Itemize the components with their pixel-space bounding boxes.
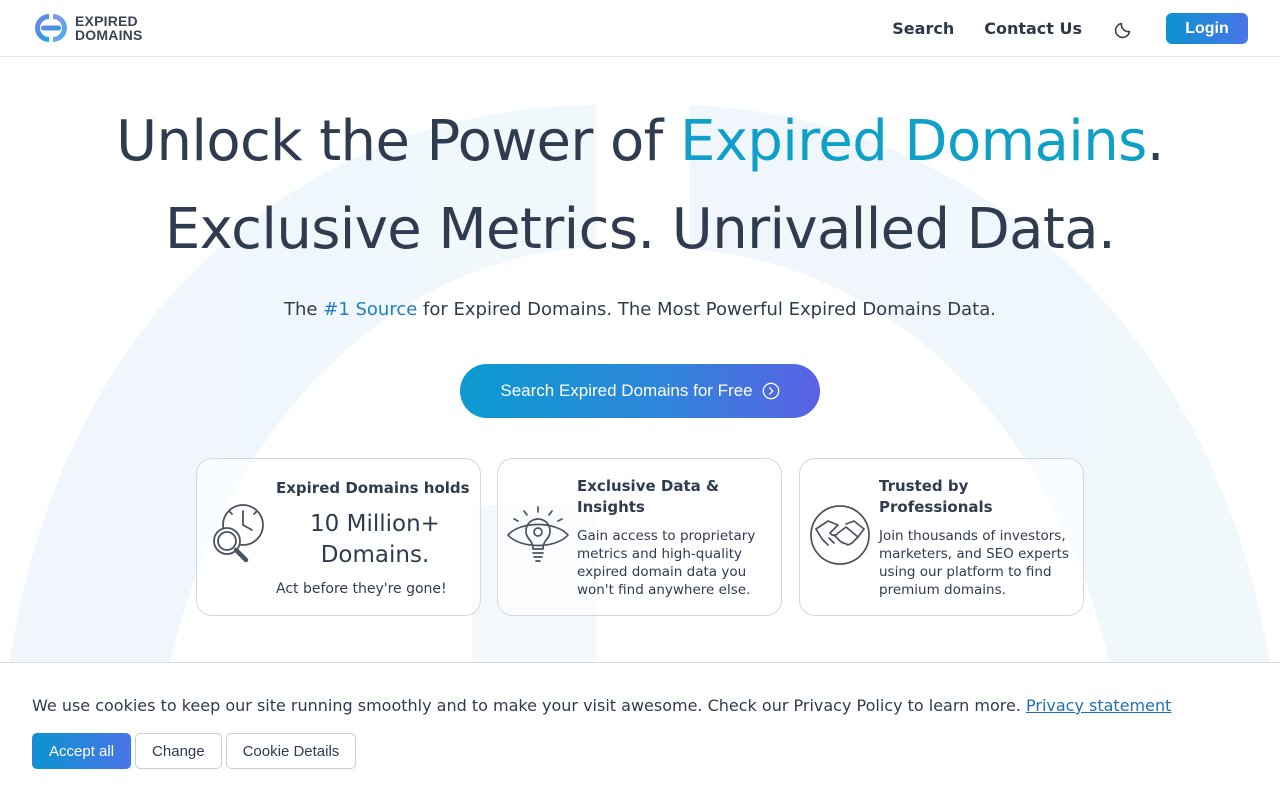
cookie-details-button[interactable]: Cookie Details — [225, 733, 357, 769]
lightbulb-eye-icon — [507, 506, 569, 562]
hero-heading-pre: Unlock the Power of — [116, 109, 680, 174]
cookie-actions: Accept all Change Cookie Details — [32, 733, 360, 769]
count-line-1: 10 Million+ — [310, 511, 440, 537]
card-insights-title: Exclusive Data & Insights — [577, 477, 720, 516]
subtitle-pre: The — [284, 299, 324, 320]
feature-card-insights: Exclusive Data & Insights Gain access to… — [497, 458, 782, 616]
magnifier-clock-icon — [213, 504, 264, 563]
logo-line-2: DOMAINS — [75, 27, 143, 43]
search-free-button[interactable]: Search Expired Domains for Free — [460, 364, 820, 418]
subtitle-post: for Expired Domains. The Most Powerful E… — [417, 299, 996, 320]
hero-heading-line-1: Unlock the Power of Expired Domains. — [0, 109, 1280, 174]
accept-all-button[interactable]: Accept all — [32, 733, 132, 769]
card-domains-title: Expired Domains holds — [276, 479, 470, 497]
arrow-circle-right-icon — [762, 382, 779, 400]
card-insights-desc: Gain access to proprietary metrics and h… — [577, 528, 756, 598]
site-header: EXPIRED DOMAINS Search Contact Us Login — [0, 0, 1280, 57]
cta-label: Search Expired Domains for Free — [500, 381, 753, 400]
logo-mark-icon — [35, 14, 67, 42]
privacy-statement-link[interactable]: Privacy statement — [1026, 696, 1171, 715]
card-domains-note: Act before they're gone! — [276, 581, 447, 597]
login-button[interactable]: Login — [1166, 13, 1248, 44]
card-domains-count: 10 Million+ Domains. — [276, 509, 474, 571]
count-line-2: Domains. — [320, 542, 430, 568]
card-trusted-desc: Join thousands of investors, marketers, … — [879, 528, 1069, 598]
cookie-message: We use cookies to keep our site running … — [32, 696, 1171, 715]
site-logo[interactable]: EXPIRED DOMAINS — [32, 12, 143, 44]
change-button[interactable]: Change — [135, 733, 222, 769]
cookie-banner: We use cookies to keep our site running … — [0, 662, 1280, 800]
nav-contact-link[interactable]: Contact Us — [984, 19, 1082, 38]
hero-heading-line-2: Exclusive Metrics. Unrivalled Data. — [164, 197, 1116, 262]
subtitle-highlight: #1 Source — [323, 299, 418, 320]
hero-heading-post: . — [1146, 109, 1165, 174]
feature-card-domains: Expired Domains holds 10 Million+ Domain… — [196, 458, 481, 616]
card-trusted-title: Trusted by Professionals — [879, 477, 993, 516]
logo-line-1: EXPIRED — [75, 13, 138, 29]
logo-text: EXPIRED DOMAINS — [75, 14, 143, 42]
moon-icon[interactable] — [1114, 19, 1134, 39]
hero-subtitle: The #1 Source for Expired Domains. The M… — [0, 299, 1280, 320]
hero-heading-accent: Expired Domains — [680, 109, 1147, 174]
handshake-icon — [810, 505, 870, 565]
nav-search-link[interactable]: Search — [892, 19, 954, 38]
main-nav: Search Contact Us Login — [892, 13, 1248, 44]
cookie-text: We use cookies to keep our site running … — [32, 696, 1026, 715]
feature-card-trusted: Trusted by Professionals Join thousands … — [799, 458, 1084, 616]
